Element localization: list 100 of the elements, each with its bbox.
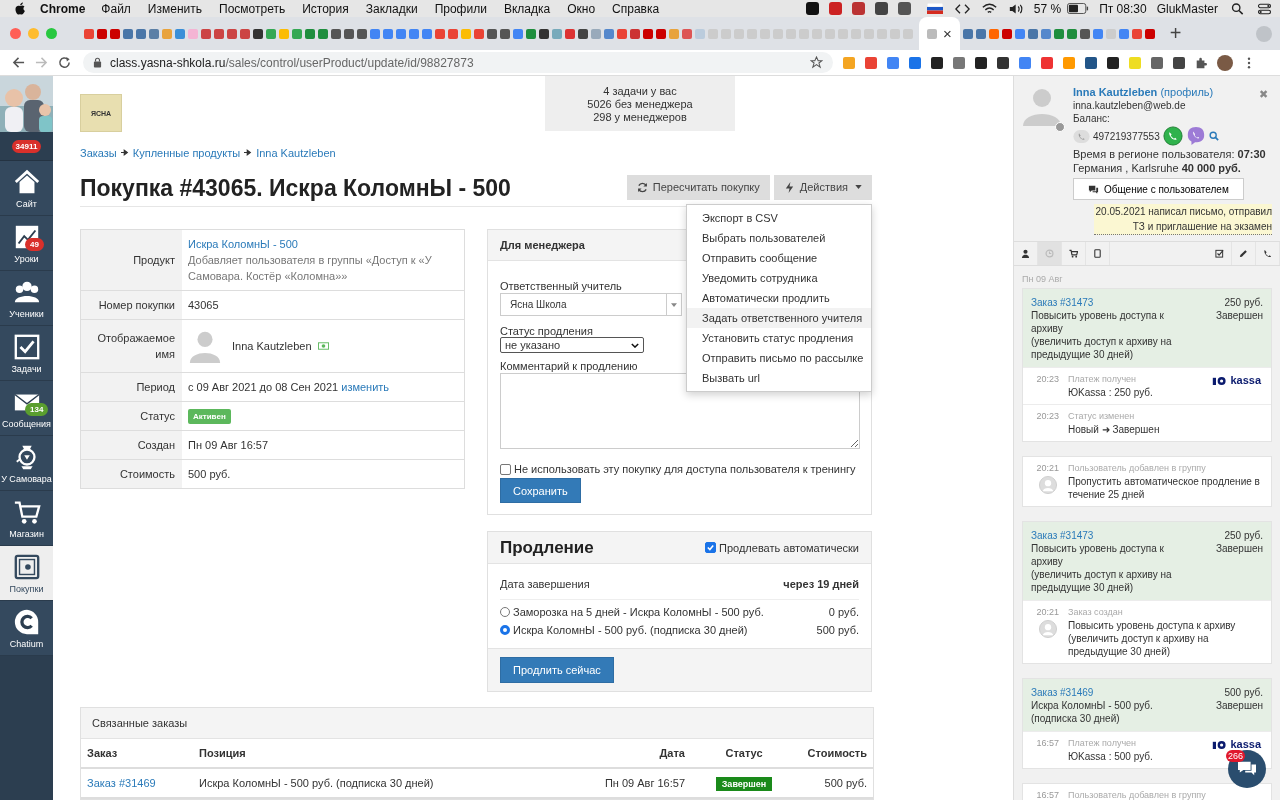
order-status: Завершен	[1215, 542, 1263, 555]
menu-item[interactable]: Справка	[612, 1, 660, 16]
menu-item[interactable]: Вкладка	[503, 1, 551, 16]
order-description: (увеличить доступ к архиву на предыдущие 30 дней)	[1031, 335, 1173, 361]
event-text: ЮKassa : 500 руб.	[1068, 750, 1153, 763]
order-link[interactable]: Заказ #31473	[1031, 296, 1191, 309]
field-value: через 19 дней	[783, 578, 859, 590]
order-status: Завершен	[1215, 309, 1263, 322]
menu-item[interactable]: Выбрать пользователей	[687, 227, 871, 248]
save-button[interactable]: Сохранить	[500, 478, 581, 503]
product-link[interactable]: Искра КоломнЫ - 500	[188, 236, 458, 252]
nav-item[interactable]: У Самовара	[0, 436, 53, 491]
menu-item[interactable]: Установить статус продления	[687, 327, 871, 348]
event-text: Повысить уровень доступа к архиву (увеличить доступ к архиву на предыдущие 30 дней)	[1068, 619, 1237, 658]
menu-item[interactable]: Задать ответственного учителя	[687, 307, 871, 328]
option-label[interactable]: Заморозка на 5 дней - Искра КоломнЫ - 500 руб.	[513, 606, 764, 618]
breadcrumb-link[interactable]: Купленные продукты	[132, 146, 241, 159]
nav-item[interactable]: Ученики	[0, 271, 53, 326]
menu-item[interactable]: Изменить	[147, 1, 202, 16]
nav-item[interactable]: Сайт	[0, 161, 53, 216]
event-time: 20:23	[1036, 373, 1059, 386]
stat-line[interactable]: 4 задачи у вас	[603, 84, 677, 97]
browser-tab[interactable]: ×	[919, 17, 960, 50]
event-title: Платеж получен	[1068, 373, 1137, 386]
order-status: Завершен	[1215, 699, 1263, 712]
option-label[interactable]: Искра КоломнЫ - 500 руб. (подписка 30 дней)	[513, 624, 748, 636]
event-title: Платеж получен	[1068, 737, 1137, 750]
menu-item[interactable]: Окно	[567, 1, 596, 16]
user-name-link[interactable]: Inna Kautzleben	[1073, 86, 1158, 98]
field-label: Номер покупки	[98, 298, 175, 313]
app-menu[interactable]: Chrome	[40, 1, 86, 16]
breadcrumb-link[interactable]: Заказы	[80, 146, 117, 159]
field-label: Отображаемое имя	[96, 331, 175, 362]
menu-item[interactable]: Посмотреть	[219, 1, 286, 16]
nav-item[interactable]: Уроки 49	[0, 216, 53, 271]
event-text: Пропустить автоматическое продление в течение 25 дней	[1068, 475, 1261, 501]
address-bar[interactable]: class.yasna-shkola.ru/sales/control/userProduct/update/id/98827873	[83, 52, 833, 73]
column-header: Позиция	[199, 747, 247, 759]
email-text: inna.kautzleben@web.de	[1073, 100, 1186, 111]
menu-item[interactable]: Закладки	[365, 1, 418, 16]
nav-item[interactable]: Задачи	[0, 326, 53, 381]
field-label: Ответственный учитель	[500, 280, 622, 292]
breadcrumb-link[interactable]: Inna Kautzleben	[256, 146, 336, 159]
teacher-select[interactable]: Ясна Школа	[500, 293, 682, 316]
menu-item[interactable]: Отправить сообщение	[687, 247, 871, 268]
table-cell: Пн 09 Авг 16:57	[604, 777, 685, 789]
actions-button[interactable]: Действия	[773, 174, 872, 200]
stat-line[interactable]: 5026 без менеджера	[587, 97, 693, 110]
event-time: 20:21	[1036, 606, 1059, 619]
menu-item[interactable]: Автоматически продлить	[687, 287, 871, 308]
event-text: ЮKassa : 250 руб.	[1068, 386, 1153, 399]
menu-item[interactable]: Экспорт в CSV	[687, 207, 871, 228]
menubar-clock[interactable]: Пт 08:30	[1099, 1, 1147, 16]
stat-line[interactable]: 298 у менеджеров	[593, 110, 687, 123]
event-time: 16:57	[1036, 737, 1059, 750]
status-badge: Активен	[188, 408, 231, 424]
menu-item[interactable]: Отправить письмо по рассылке	[687, 347, 871, 368]
menu-item[interactable]: Профили	[434, 1, 487, 16]
new-tab-button[interactable]: +	[1169, 22, 1182, 45]
option-price: 0 руб.	[828, 606, 859, 618]
event-title: Статус изменен	[1068, 410, 1135, 423]
order-description: Повысить уровень доступа к архиву	[1031, 542, 1165, 568]
field-label: Комментарий к продлению	[500, 360, 638, 372]
menu-item[interactable]: Уведомить сотрудника	[687, 267, 871, 288]
checkbox-label[interactable]: Продлевать автоматически	[719, 541, 859, 554]
order-amount: 250 руб.	[1224, 296, 1263, 309]
nav-item[interactable]: Покупки	[0, 546, 53, 601]
order-amount: 250 руб.	[1224, 529, 1263, 542]
notification-badge: 34911	[11, 139, 42, 153]
chat-with-user-button[interactable]: Общение с пользователем	[1073, 178, 1244, 200]
phone-number: 497219377553	[1093, 130, 1160, 142]
order-description: Искра КоломнЫ - 500 руб.	[1031, 699, 1154, 712]
product-description: Добавляет пользователя в группы «Доступ к «У Самовара. Костёр «Коломна»»	[188, 253, 433, 284]
checkbox-label[interactable]: Не использовать эту покупку для доступа пользователя к тренингу	[514, 463, 856, 475]
nav-item[interactable]: Магазин	[0, 491, 53, 546]
nav-item[interactable]: Сообщения 134	[0, 381, 53, 436]
event-title: Пользователь добавлен в группу	[1068, 789, 1206, 800]
order-link[interactable]: Заказ #31469	[87, 777, 156, 789]
panel-title: Для менеджера	[500, 239, 585, 251]
renewal-status-select[interactable]: не указано	[500, 337, 644, 353]
menu-item[interactable]: Файл	[101, 1, 131, 16]
menu-item[interactable]: История	[302, 1, 349, 16]
period-text: с 09 Авг 2021 до 08 Сен 2021	[188, 381, 339, 393]
order-link[interactable]: Заказ #31473	[1031, 529, 1191, 542]
note-text: 20.05.2021 написал письмо, отправил ТЗ и приглашение на экзамен	[1094, 204, 1272, 235]
nav-item[interactable]: Chatium	[0, 601, 53, 656]
option-price: 500 руб.	[816, 624, 859, 636]
column-header: Дата	[658, 747, 686, 759]
field-label: Создан	[137, 438, 175, 453]
menu-item[interactable]: Вызвать url	[687, 367, 871, 388]
change-link[interactable]: изменить	[341, 381, 390, 393]
table-cell: Искра КоломнЫ - 500 руб. (подписка 30 дней)	[199, 777, 434, 789]
user-name[interactable]: GlukMaster	[1156, 1, 1218, 16]
field-label: Дата завершения	[500, 578, 590, 590]
recalculate-button[interactable]: Пересчитать покупку	[626, 174, 770, 200]
field-value: 43065	[188, 298, 220, 313]
renew-now-button[interactable]: Продлить сейчас	[500, 657, 614, 683]
profile-link[interactable]: (профиль)	[1160, 86, 1214, 98]
field-label: Статус	[140, 409, 175, 424]
order-link[interactable]: Заказ #31469	[1031, 686, 1191, 699]
